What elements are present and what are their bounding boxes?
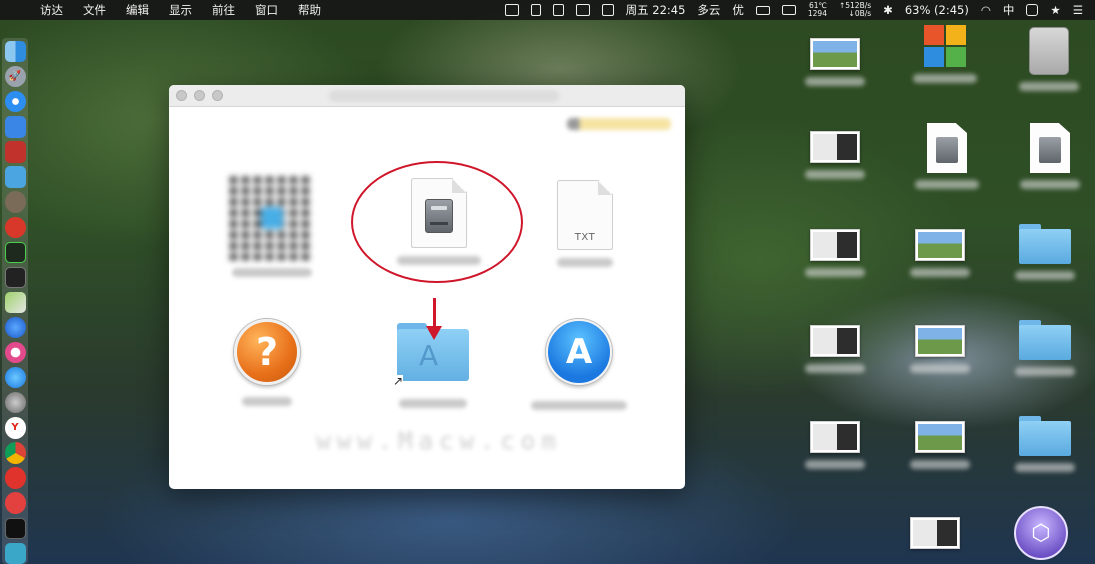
desktop-screenshot-1[interactable] [805,38,865,86]
notification-center-icon[interactable]: ☰ [1067,0,1089,20]
migration-icon[interactable] [4,166,26,188]
qr-code-caption-blurred [232,268,312,277]
brand-logo-blurred [567,118,671,130]
menu-window[interactable]: 窗口 [245,2,288,18]
status-menus: 周五 22:45 多云 优 61℃ 1294 ↑512B/s ↓0B/s ✱ 6… [499,0,1089,20]
minimize-button[interactable] [194,90,205,101]
network-icon[interactable] [4,191,26,213]
desktop-screenshot-3[interactable] [805,229,865,277]
sensor-readout: 61℃ 1294 [802,0,833,20]
desktop-folder-3[interactable] [1015,416,1075,472]
dmg-installer-window: TXT ? A ↗ A www.Macw.com [169,85,685,489]
app-icon-2[interactable] [4,542,26,564]
help-item[interactable]: ? [234,319,300,406]
weather-text[interactable]: 多云 [691,0,726,20]
app-store-a-icon: A [546,319,612,385]
dock: 🚀 Y [2,38,28,564]
menu-go[interactable]: 前往 [202,2,245,18]
vivaldi-icon[interactable] [4,492,26,514]
menu-bar: 访达 文件 编辑 显示 前往 窗口 帮助 周五 22:45 多云 优 61℃ 1… [0,0,1095,20]
app-store-icon[interactable] [4,367,26,389]
qr-code-image [230,176,314,260]
chrome-icon[interactable] [4,442,26,464]
folder-status-icon[interactable] [499,0,525,20]
desktop-office-app[interactable] [913,25,977,83]
app-store-item[interactable]: A [531,319,627,410]
help-caption-blurred [242,397,292,406]
window-title-blurred [329,90,559,102]
menu-finder[interactable]: 访达 [30,2,73,18]
net-down-text: ↓0B/s [848,9,872,18]
siri-icon[interactable] [4,316,26,339]
input-method-text[interactable]: 中 [997,0,1021,20]
txt-document-icon: TXT [557,180,613,250]
grid-status-icon[interactable] [596,0,620,20]
hard-disk-icon [1029,27,1069,75]
txt-document-item[interactable]: TXT [557,180,613,267]
dictionary-icon[interactable] [4,141,26,163]
desktop-image-2[interactable] [910,325,970,373]
menu-view[interactable]: 显示 [159,2,202,18]
close-button[interactable] [176,90,187,101]
desktop-round-app[interactable]: ⬡ [1014,506,1068,560]
finder-icon[interactable] [4,41,26,63]
txt-label: TXT [574,232,596,243]
menu-file[interactable]: 文件 [73,2,116,18]
desktop-folder-1[interactable] [1015,224,1075,280]
watermark-blurred: www.Macw.com [316,427,562,455]
wifi-icon[interactable]: ◠ [975,0,997,20]
battery-text[interactable]: 63% (2:45) [899,0,975,20]
truck-status-icon[interactable] [776,0,802,20]
datetime-text[interactable]: 周五 22:45 [620,0,692,20]
network-readout: ↑512B/s ↓0B/s [833,0,877,20]
menu-edit[interactable]: 编辑 [116,2,159,18]
desktop-package-1[interactable] [915,123,979,189]
alias-arrow-icon: ↗ [393,374,404,388]
toggle-status-icon[interactable] [750,0,776,20]
terminal-icon[interactable] [4,266,26,289]
desktop-hard-drive[interactable] [1019,27,1079,91]
desktop-screenshot-6[interactable] [910,517,960,549]
netease-music-icon[interactable] [4,467,26,489]
contacts-icon[interactable] [4,116,26,138]
txt-caption-blurred [557,258,613,267]
activity-monitor-icon[interactable] [4,241,26,263]
office-grid-icon [924,25,966,67]
star-icon[interactable]: ★ [1044,0,1066,20]
fan-speed-text: 1294 [807,9,827,18]
app-store-caption-blurred [531,401,627,410]
you-text[interactable]: 优 [726,0,750,20]
desktop-screenshot-5[interactable] [805,421,865,469]
desktop-screenshot-4[interactable] [805,325,865,373]
safari-icon[interactable] [4,91,26,113]
menu-help[interactable]: 帮助 [288,2,331,18]
applications-caption-blurred [399,399,467,408]
qr-code-item[interactable] [230,176,314,277]
help-question-icon: ? [234,319,300,385]
desktop-image-1[interactable] [910,229,970,277]
hexagon-app-icon: ⬡ [1014,506,1068,560]
cpu-status-icon[interactable] [547,0,570,20]
desktop-image-3[interactable] [910,421,970,469]
system-preferences-icon[interactable] [4,392,26,414]
itunes-icon[interactable] [4,342,26,364]
preview-icon[interactable] [4,291,26,314]
bookmark-status-icon[interactable] [525,0,547,20]
display-status-icon[interactable] [570,0,596,20]
launchpad-icon[interactable]: 🚀 [4,66,26,88]
s-app-icon[interactable] [1020,0,1044,20]
bluetooth-icon[interactable]: ✱ [877,0,899,20]
app-icon[interactable] [4,216,26,238]
zoom-button[interactable] [212,90,223,101]
yandex-icon[interactable]: Y [4,417,26,439]
window-titlebar [169,85,685,107]
desktop-folder-2[interactable] [1015,320,1075,376]
desktop-screenshot-2[interactable] [805,131,865,179]
highlight-ellipse [351,161,523,283]
desktop-package-2[interactable] [1020,123,1080,189]
drag-arrow-head-icon [426,326,442,340]
terminal-icon-2[interactable] [4,517,26,539]
